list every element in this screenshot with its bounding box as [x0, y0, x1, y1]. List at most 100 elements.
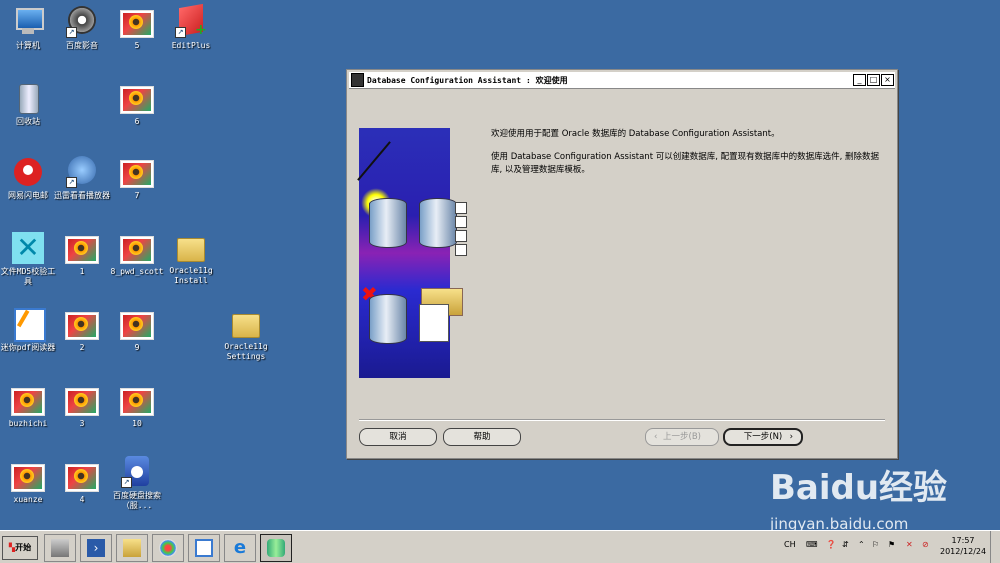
computer-icon: [12, 6, 44, 38]
folder-icon: [177, 238, 205, 262]
shortcut-arrow-icon: ↗: [66, 177, 77, 188]
taskbar-dbca[interactable]: [260, 534, 292, 562]
shortcut-arrow-icon: ↗: [66, 27, 77, 38]
checkbox-icon: [455, 244, 467, 256]
desktop-icon-6[interactable]: 6: [109, 82, 165, 127]
taskbar-paint[interactable]: [152, 534, 184, 562]
next-button[interactable]: 下一步(N) ›: [723, 428, 803, 446]
desktop-icon-10[interactable]: 10: [109, 384, 165, 429]
show-hidden-icons-icon[interactable]: ⌃: [858, 540, 865, 549]
flag-icon[interactable]: ⚐: [872, 540, 879, 549]
baidu-disk-search-icon: ↗: [121, 456, 153, 488]
taskbar-internet-explorer[interactable]: e: [224, 534, 256, 562]
desktop-icon-oracle-settings[interactable]: Oracle11g Settings: [218, 308, 274, 362]
system-clock[interactable]: 17:57 2012/12/24: [940, 535, 986, 557]
keyboard-icon[interactable]: ⌨: [806, 540, 818, 549]
database-icon: [369, 198, 407, 248]
taskbar: ▚开始 › e CH ⌨ ❓ ⇵ ⌃ ⚐ ⚑ ✕ ⊘ 17:57 2012/12…: [0, 530, 1000, 563]
pdf-reader-icon: [195, 539, 213, 557]
folder-icon: [232, 314, 260, 338]
help-icon[interactable]: ❓: [826, 540, 836, 549]
desktop-icon-7[interactable]: 7: [109, 156, 165, 201]
paint-icon: [159, 539, 177, 557]
image-file-icon: [11, 464, 45, 492]
desktop-icon-9[interactable]: 9: [109, 308, 165, 353]
network-disconnected-icon[interactable]: ✕: [906, 540, 913, 549]
input-method-icon[interactable]: ⇵: [842, 540, 849, 549]
desktop-icon-netease-mail[interactable]: 网易闪电邮: [0, 156, 56, 201]
image-file-icon: [65, 464, 99, 492]
desktop-icon-label: 10: [132, 419, 142, 428]
taskbar-pdf-reader[interactable]: [188, 534, 220, 562]
image-file-icon: [120, 160, 154, 188]
desktop-icon-label: xuanze: [13, 495, 43, 504]
desktop-icon-label: 5: [134, 41, 140, 50]
checkbox-icon: [455, 216, 467, 228]
desktop: 计算机 回收站 网易闪电邮 ✕ 文件MD5校验工具 迷你pdf阅读器 buzhi…: [0, 0, 1000, 532]
taskbar-explorer[interactable]: [116, 534, 148, 562]
action-center-icon[interactable]: ⚑: [888, 540, 895, 549]
image-file-icon: [120, 388, 154, 416]
start-button[interactable]: ▚开始: [2, 536, 38, 560]
image-file-icon: [120, 312, 154, 340]
clock-date: 2012/12/24: [940, 547, 987, 556]
desktop-icon-baidu-disk-search[interactable]: ↗ 百度硬盘搜索（服...: [109, 456, 165, 511]
desktop-icon-editplus[interactable]: + ↗ EditPlus: [163, 3, 219, 51]
help-button[interactable]: 帮助: [443, 428, 521, 446]
desktop-icon-xunlei-player[interactable]: ↗ 迅雷看看播放器: [54, 156, 110, 201]
volume-muted-icon[interactable]: ⊘: [922, 540, 929, 549]
desktop-icon-baidu-player[interactable]: ↗ 百度影音: [54, 6, 110, 51]
image-file-icon: [65, 236, 99, 264]
desktop-icon-8-pwd-scott[interactable]: 8_pwd_scott: [109, 232, 165, 277]
desktop-icon-1[interactable]: 1: [54, 232, 110, 277]
image-file-icon: [120, 86, 154, 114]
dialog-title: Database Configuration Assistant : 欢迎使用: [367, 75, 568, 85]
desktop-icon-label: Oracle11g Settings: [224, 342, 268, 361]
language-indicator[interactable]: CH: [784, 540, 796, 549]
shortcut-arrow-icon: ↗: [121, 477, 132, 488]
xunlei-player-icon: ↗: [66, 156, 98, 188]
desktop-icon-label: 迷你pdf阅读器: [0, 343, 56, 352]
desktop-icon-md5-tool[interactable]: ✕ 文件MD5校验工具: [0, 232, 56, 287]
desktop-icon-label: 文件MD5校验工具: [0, 267, 56, 286]
desktop-icon-recycle-bin[interactable]: 回收站: [0, 82, 56, 127]
desktop-icon-oracle-install[interactable]: Oracle11g Install: [163, 232, 219, 286]
database-icon: [369, 294, 407, 344]
pdf-reader-icon: [12, 308, 46, 342]
checkbox-icon: [455, 202, 467, 214]
desktop-icon-4[interactable]: 4: [54, 460, 110, 505]
desktop-icon-pdf-reader[interactable]: 迷你pdf阅读器: [0, 308, 56, 353]
recycle-bin-icon: [12, 82, 44, 114]
back-label: 上一步(B): [663, 432, 701, 442]
desktop-icon-computer[interactable]: 计算机: [0, 6, 56, 51]
show-desktop-button[interactable]: [990, 531, 1000, 563]
desktop-icon-label: 网易闪电邮: [8, 191, 48, 200]
close-button[interactable]: ×: [881, 74, 894, 86]
desktop-icon-5[interactable]: 5: [109, 6, 165, 51]
taskbar-server-manager[interactable]: [44, 534, 76, 562]
taskbar-powershell[interactable]: ›: [80, 534, 112, 562]
cancel-button[interactable]: 取消: [359, 428, 437, 446]
powershell-icon: ›: [87, 539, 105, 557]
desktop-icon-2[interactable]: 2: [54, 308, 110, 353]
minimize-button[interactable]: _: [853, 74, 866, 86]
baidu-player-icon: ↗: [66, 6, 98, 38]
desktop-icon-label: 百度影音: [66, 41, 98, 50]
dialog-titlebar[interactable]: Database Configuration Assistant : 欢迎使用 …: [349, 72, 895, 89]
checkbox-icon: [455, 230, 467, 242]
desktop-icon-label: 百度硬盘搜索（服...: [113, 491, 161, 510]
desktop-icon-xuanze[interactable]: xuanze: [0, 460, 56, 505]
back-button[interactable]: ‹ 上一步(B): [645, 428, 719, 446]
chevron-left-icon: ‹: [654, 432, 658, 442]
database-icon: [267, 539, 285, 557]
desktop-icon-3[interactable]: 3: [54, 384, 110, 429]
image-file-icon: [120, 236, 154, 264]
welcome-message: 欢迎使用用于配置 Oracle 数据库的 Database Configurat…: [491, 129, 780, 139]
desktop-icon-label: buzhichi: [8, 419, 48, 428]
image-file-icon: [11, 388, 45, 416]
maximize-button[interactable]: □: [867, 74, 880, 86]
desktop-icon-buzhichi[interactable]: buzhichi: [0, 384, 56, 429]
chevron-right-icon: ›: [789, 432, 793, 442]
desktop-icon-label: 2: [79, 343, 85, 352]
desktop-icon-label: 4: [79, 495, 85, 504]
